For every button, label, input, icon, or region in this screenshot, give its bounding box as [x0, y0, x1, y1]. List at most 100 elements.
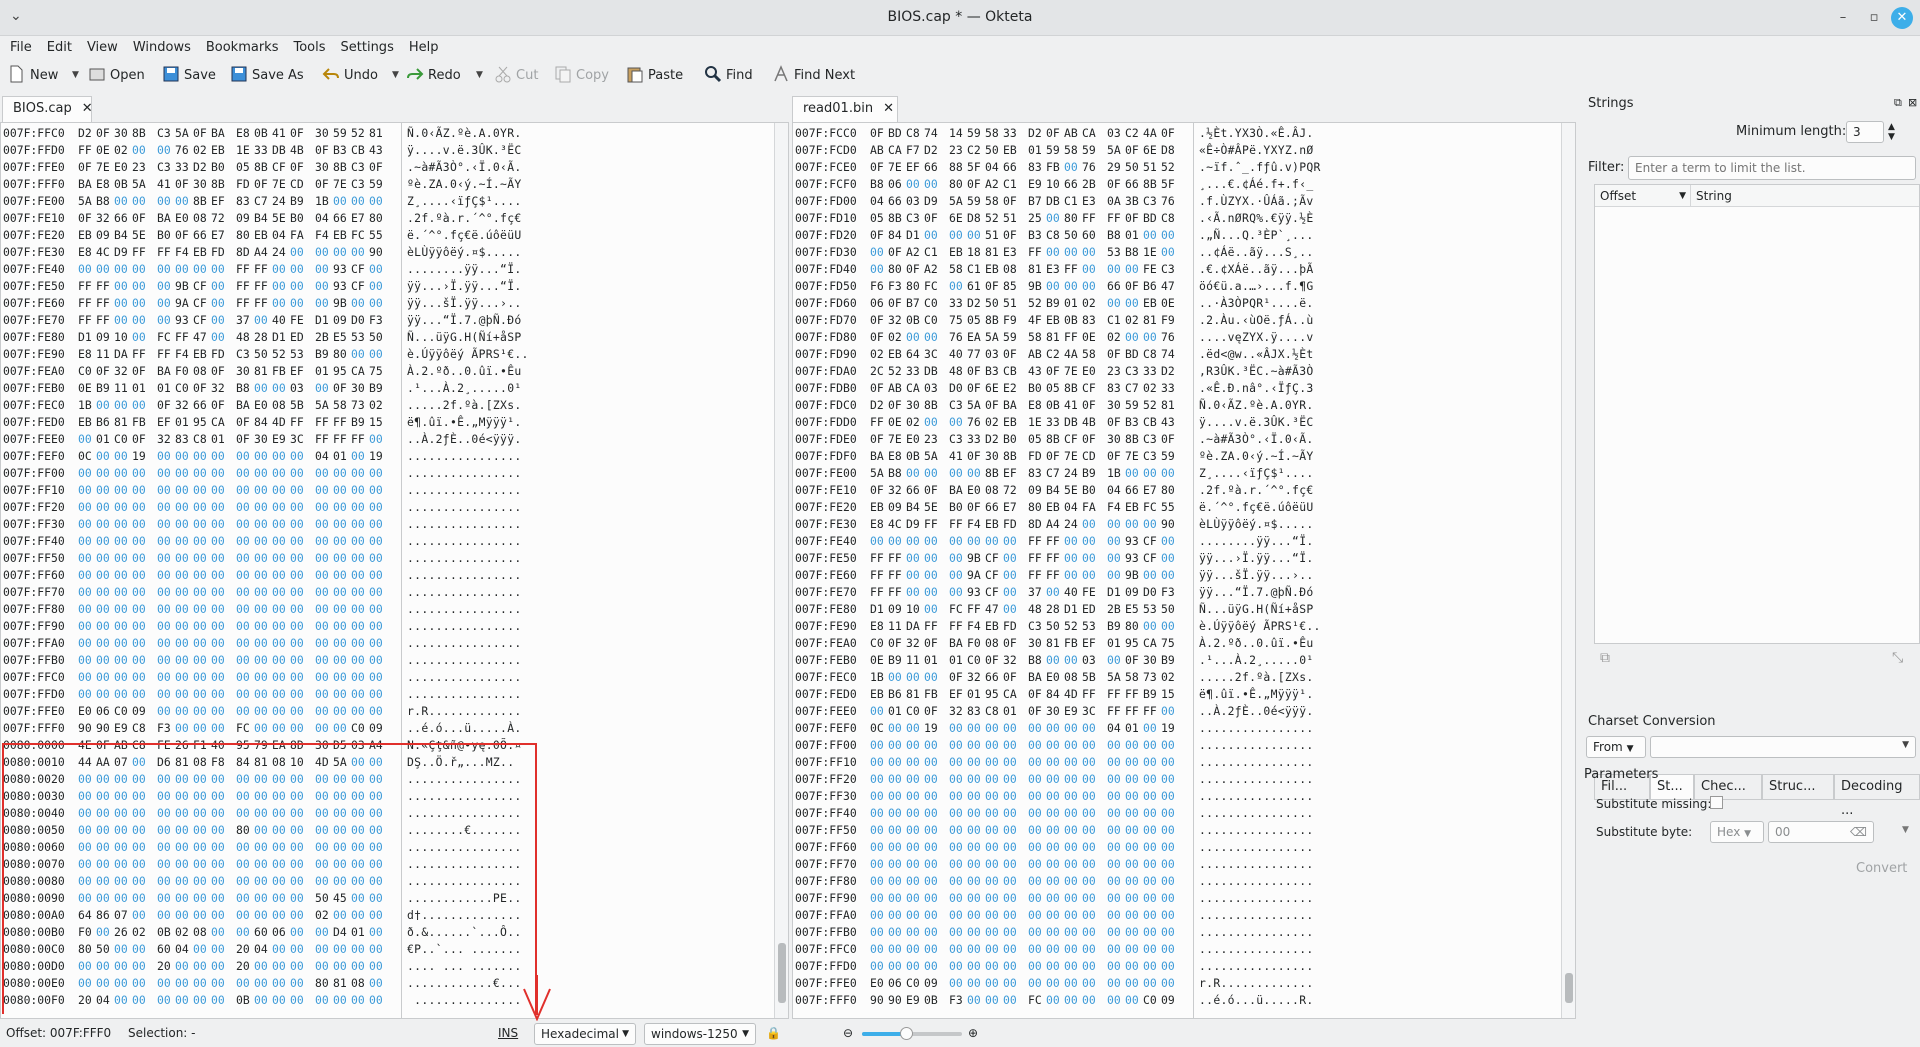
hex-byte[interactable]: B4: [1046, 482, 1062, 499]
hex-byte[interactable]: 0C: [78, 448, 94, 465]
hex-byte[interactable]: C2: [1125, 125, 1141, 142]
hex-byte[interactable]: 00: [193, 703, 209, 720]
hex-byte[interactable]: 00: [175, 992, 191, 1009]
hex-byte[interactable]: 00: [254, 312, 270, 329]
menu-windows[interactable]: Windows: [123, 36, 196, 55]
hex-byte[interactable]: 00: [132, 788, 148, 805]
hex-byte[interactable]: CF: [193, 278, 209, 295]
hex-byte[interactable]: BA: [870, 448, 886, 465]
hex-byte[interactable]: 00: [315, 822, 331, 839]
hex-byte[interactable]: 00: [236, 567, 252, 584]
hex-byte[interactable]: 00: [132, 907, 148, 924]
hex-byte[interactable]: C0: [924, 295, 940, 312]
hex-byte[interactable]: 00: [157, 550, 173, 567]
hex-byte[interactable]: 00: [193, 992, 209, 1009]
undo-button[interactable]: Undo: [322, 64, 378, 88]
hex-byte[interactable]: 00: [1143, 465, 1159, 482]
hex-byte[interactable]: D1: [1064, 601, 1080, 618]
hex-byte[interactable]: 00: [175, 652, 191, 669]
hex-row[interactable]: 007F:FEA0 C0 0F 32 0F BA F0 08 0F 30 81 FB EF 01 95 CA 7…: [1, 363, 771, 380]
hex-byte[interactable]: 0F: [1003, 635, 1019, 652]
hex-byte[interactable]: 0F: [96, 363, 112, 380]
row-char-text[interactable]: .....2f.ºà.[ZXs.: [407, 397, 522, 414]
hex-byte[interactable]: 00: [1125, 516, 1141, 533]
hex-byte[interactable]: 00: [1107, 890, 1123, 907]
hex-byte[interactable]: 55: [369, 227, 385, 244]
row-char-text[interactable]: ................: [407, 482, 522, 499]
hex-byte[interactable]: 02: [1082, 295, 1098, 312]
hex-byte[interactable]: 77: [967, 346, 983, 363]
hex-byte[interactable]: B6: [96, 414, 112, 431]
hex-byte[interactable]: 00: [132, 533, 148, 550]
hex-byte[interactable]: 00: [96, 822, 112, 839]
hex-byte[interactable]: 0F: [1125, 210, 1141, 227]
hex-row[interactable]: 007F:FF70 00 00 00 00 00 00 00 00 00 00 00 00 00 00 00 0…: [1, 584, 771, 601]
hex-byte[interactable]: 00: [132, 686, 148, 703]
hex-byte[interactable]: C2: [1046, 346, 1062, 363]
hex-byte[interactable]: 00: [290, 992, 306, 1009]
row-char-text[interactable]: ................: [1199, 822, 1314, 839]
hex-byte[interactable]: F4: [175, 346, 191, 363]
hex-row[interactable]: 007F:FF90 00 00 00 00 00 00 00 00 00 00 00 00 00 00 00 0…: [793, 890, 1563, 907]
hex-byte[interactable]: 8B: [132, 125, 148, 142]
hex-byte[interactable]: 04: [254, 941, 270, 958]
hex-row[interactable]: 007F:FD10 05 8B C3 0F 6E D8 52 51 25 00 80 FF FF 0F BD C…: [793, 210, 1563, 227]
hex-byte[interactable]: 00: [1003, 550, 1019, 567]
hex-byte[interactable]: 52: [1143, 397, 1159, 414]
hex-byte[interactable]: D1: [272, 329, 288, 346]
hex-byte[interactable]: 00: [211, 499, 227, 516]
hex-byte[interactable]: 02: [870, 346, 886, 363]
hex-byte[interactable]: 4E: [78, 737, 94, 754]
hex-byte[interactable]: 0F: [1003, 193, 1019, 210]
hex-byte[interactable]: 00: [272, 278, 288, 295]
hex-byte[interactable]: 00: [290, 703, 306, 720]
hex-row[interactable]: 007F:FEA0 C0 0F 32 0F BA F0 08 0F 30 81 FB EF 01 95 CA 7…: [793, 635, 1563, 652]
hex-byte[interactable]: 76: [1082, 159, 1098, 176]
hex-byte[interactable]: A4: [254, 244, 270, 261]
hex-byte[interactable]: 00: [1028, 924, 1044, 941]
hex-byte[interactable]: 0F: [870, 482, 886, 499]
hex-byte[interactable]: 04: [870, 193, 886, 210]
hex-byte[interactable]: 00: [870, 907, 886, 924]
hex-byte[interactable]: 37: [1028, 584, 1044, 601]
hex-byte[interactable]: 0F: [290, 159, 306, 176]
hex-byte[interactable]: 0E: [1082, 329, 1098, 346]
row-char-text[interactable]: ................: [407, 465, 522, 482]
hex-row[interactable]: 0080:00D0 00 00 00 00 20 00 00 00 20 00 00 00 00 00 00 0…: [1, 958, 771, 975]
hex-byte[interactable]: 00: [351, 652, 367, 669]
hex-row[interactable]: 007F:FF10 00 00 00 00 00 00 00 00 00 00 00 00 00 00 00 0…: [1, 482, 771, 499]
hex-byte[interactable]: 00: [132, 856, 148, 873]
hex-byte[interactable]: 00: [290, 601, 306, 618]
hex-byte[interactable]: 00: [369, 550, 385, 567]
paste-button[interactable]: Paste: [626, 64, 683, 88]
hex-byte[interactable]: 00: [315, 771, 331, 788]
hex-byte[interactable]: 30: [114, 125, 130, 142]
hex-byte[interactable]: 73: [351, 397, 367, 414]
row-hex-bytes[interactable]: 00 00 00 00 00 00 00 00 00 00 00 00 00 00 00 00: [870, 805, 1179, 822]
hex-byte[interactable]: 32: [967, 669, 983, 686]
hex-byte[interactable]: 00: [193, 873, 209, 890]
hex-byte[interactable]: 04: [1064, 499, 1080, 516]
hex-byte[interactable]: 00: [1107, 788, 1123, 805]
hex-byte[interactable]: 00: [96, 499, 112, 516]
hex-byte[interactable]: FF: [315, 414, 331, 431]
hex-byte[interactable]: B9: [96, 380, 112, 397]
hex-byte[interactable]: 50: [315, 890, 331, 907]
hex-byte[interactable]: 0F: [369, 159, 385, 176]
hex-byte[interactable]: 00: [272, 890, 288, 907]
hex-byte[interactable]: C7: [1046, 465, 1062, 482]
hex-row[interactable]: 007F:FE40 00 00 00 00 00 00 00 00 FF FF 00 00 00 93 CF 0…: [793, 533, 1563, 550]
hex-byte[interactable]: F4: [175, 244, 191, 261]
hex-byte[interactable]: D2: [78, 125, 94, 142]
hex-byte[interactable]: 93: [175, 312, 191, 329]
hex-byte[interactable]: 00: [254, 805, 270, 822]
hex-row[interactable]: 0080:00B0 F0 00 26 02 0B 02 08 00 00 60 06 00 00 D4 01 0…: [1, 924, 771, 941]
hex-byte[interactable]: 00: [78, 499, 94, 516]
hex-byte[interactable]: 00: [351, 992, 367, 1009]
hex-byte[interactable]: 00: [96, 261, 112, 278]
hex-byte[interactable]: 00: [906, 533, 922, 550]
minimize-icon[interactable]: –: [1832, 7, 1854, 29]
hex-byte[interactable]: 00: [78, 601, 94, 618]
hex-byte[interactable]: 32: [906, 635, 922, 652]
hex-byte[interactable]: 00: [1161, 227, 1177, 244]
